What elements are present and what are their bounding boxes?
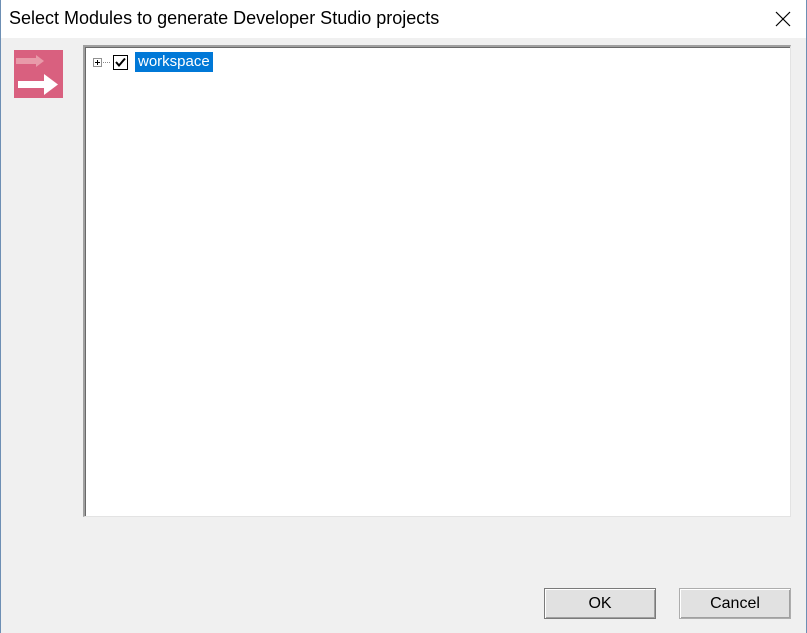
title-bar: Select Modules to generate Developer Stu… [1,0,806,38]
workspace-checkbox[interactable] [113,54,128,70]
tree-node-label[interactable]: workspace [135,52,213,72]
checkmark-icon [115,57,126,67]
close-icon [775,11,791,27]
ok-button[interactable]: OK [544,588,656,619]
arrow-logo-icon [14,50,63,98]
dialog-window: Select Modules to generate Developer Stu… [0,0,807,633]
window-title: Select Modules to generate Developer Stu… [9,8,440,28]
expand-icon[interactable] [93,57,102,67]
module-tree[interactable]: workspace [83,45,791,517]
cancel-button[interactable]: Cancel [679,588,791,619]
close-button[interactable] [760,0,806,38]
tree-node-workspace[interactable]: workspace [93,52,213,72]
tree-connector [103,61,111,63]
